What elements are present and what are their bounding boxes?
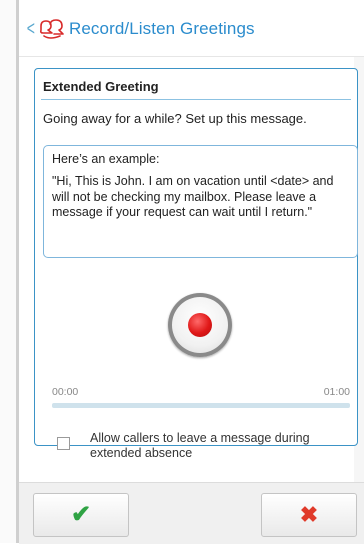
people-icon <box>39 19 64 39</box>
heading-divider <box>41 99 351 100</box>
screen: < Record/Listen Greetings Extended Greet… <box>0 0 364 544</box>
example-text: "Hi, This is John. I am on vacation unti… <box>52 174 334 219</box>
example-title: Here’s an example: <box>52 152 160 166</box>
record-icon <box>188 313 212 337</box>
panel-description: Going away for a while? Set up this mess… <box>43 111 307 126</box>
checkmark-icon: ✔ <box>70 501 92 528</box>
allow-callers-label: Allow callers to leave a message during … <box>90 431 310 460</box>
page-title: Record/Listen Greetings <box>69 19 255 38</box>
back-button[interactable]: < <box>25 14 66 44</box>
example-message-box: Here’s an example: "Hi, This is John. I … <box>43 145 358 258</box>
time-end: 01:00 <box>323 386 350 398</box>
left-edge-divider <box>16 0 19 543</box>
confirm-button[interactable]: ✔ <box>33 493 129 537</box>
close-icon: ✖ <box>299 502 319 527</box>
extended-greeting-panel: Extended Greeting Going away for a while… <box>34 68 358 460</box>
recording-progress-bar[interactable] <box>52 403 350 408</box>
allow-callers-checkbox[interactable] <box>57 437 70 450</box>
chevron-left-icon: < <box>26 18 35 40</box>
action-bar: < Record/Listen Greetings <box>19 0 364 57</box>
cancel-button[interactable]: ✖ <box>261 493 357 537</box>
record-button[interactable] <box>168 293 232 357</box>
time-start: 00:00 <box>52 386 79 398</box>
panel-heading: Extended Greeting <box>43 79 159 94</box>
left-edge-background <box>0 0 17 543</box>
bottom-action-bar: ✔ ✖ <box>19 482 364 544</box>
